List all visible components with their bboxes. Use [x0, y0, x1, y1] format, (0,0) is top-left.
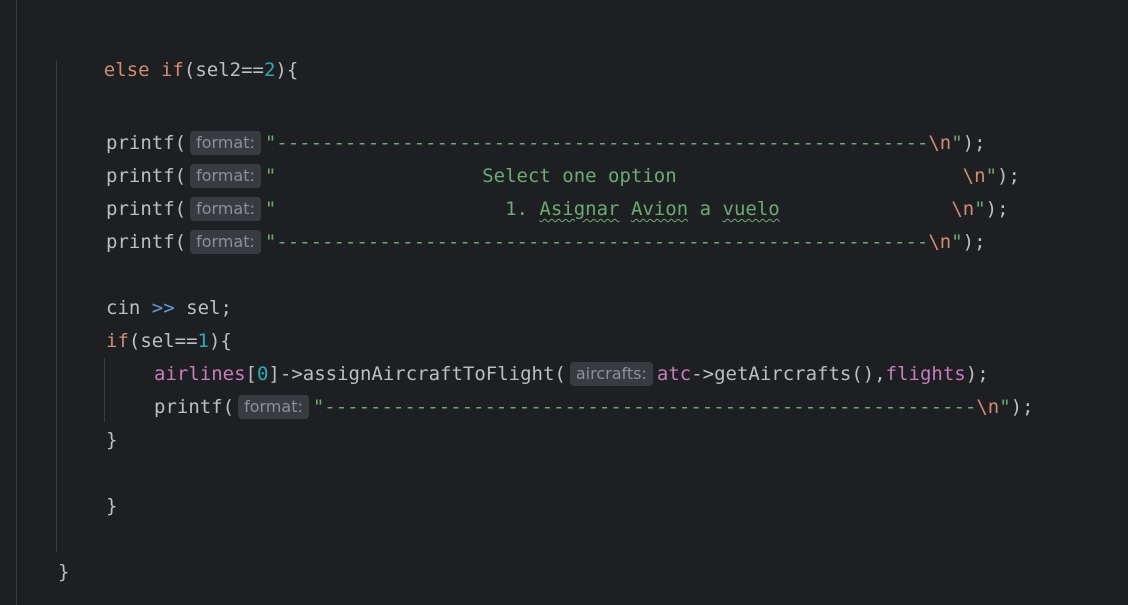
- escape-sequence: \n: [928, 132, 952, 154]
- keyword: if: [160, 59, 184, 81]
- escape-sequence: \n: [976, 396, 1000, 418]
- code-line[interactable]: }: [58, 559, 69, 585]
- spelling-word: vuelo: [722, 198, 780, 220]
- function-call: printf(: [106, 198, 187, 220]
- function-call: printf(: [106, 231, 187, 253]
- string-literal: "---------------------------------------…: [264, 231, 929, 253]
- spelling-word: Avion: [630, 198, 689, 220]
- escape-sequence: \n: [951, 198, 975, 220]
- string-literal: Select one option: [276, 165, 677, 187]
- code-line[interactable]: printf(format: " 1. Asignar Avion a vuelo…: [106, 196, 1009, 222]
- closing-brace: }: [58, 561, 70, 583]
- string-literal: ": [264, 165, 277, 187]
- code-line[interactable]: }: [106, 493, 117, 519]
- number-literal: 0: [256, 363, 269, 385]
- function-call: printf(: [106, 165, 187, 187]
- number-literal: 2: [263, 59, 276, 81]
- code-text: ){: [275, 59, 299, 81]
- code-line[interactable]: else if(sel2==2){: [58, 31, 299, 81]
- code-line[interactable]: cin >> sel;: [106, 295, 232, 321]
- string-padding: [677, 165, 963, 187]
- escape-sequence: \n: [962, 165, 986, 187]
- parameter-hint: aircrafts:: [569, 362, 653, 386]
- string-literal: "---------------------------------------…: [312, 396, 977, 418]
- field-identifier: atc: [656, 363, 692, 385]
- code-line[interactable]: airlines[0]->assignAircraftToFlight(airc…: [154, 361, 989, 387]
- code-line[interactable]: printf(format: "-------------------------…: [106, 229, 986, 255]
- identifier: cin: [106, 297, 141, 319]
- closing-brace: }: [106, 429, 118, 451]
- code-line[interactable]: printf(format: " Select one option \n");: [106, 163, 1020, 189]
- parameter-hint: format:: [190, 230, 261, 254]
- code-editor[interactable]: else if(sel2==2){ printf(format: "-------…: [0, 0, 1128, 605]
- string-padding: [780, 198, 952, 220]
- code-line[interactable]: printf(format: "-------------------------…: [154, 394, 1034, 420]
- string-literal: a: [699, 198, 712, 220]
- keyword: if: [106, 330, 129, 352]
- code-line[interactable]: if(sel==1){: [106, 328, 232, 354]
- method-call: ->getAircrafts(),: [691, 363, 886, 385]
- parameter-hint: format:: [238, 395, 309, 419]
- function-call: printf(: [154, 396, 235, 418]
- string-literal: 1.: [276, 198, 540, 220]
- code-text: ]: [268, 363, 280, 385]
- method-call: ->assignAircraftToFlight(: [279, 363, 566, 385]
- code-text: );: [962, 132, 986, 154]
- string-literal: ": [264, 198, 277, 220]
- field-identifier: flights: [885, 363, 966, 385]
- code-line[interactable]: }: [106, 427, 117, 453]
- operator: >>: [151, 297, 175, 319]
- parameter-hint: format:: [190, 164, 261, 188]
- indent-guide: [56, 60, 57, 552]
- number-literal: 1: [197, 330, 209, 352]
- field-identifier: airlines: [154, 363, 246, 385]
- escape-sequence: \n: [928, 231, 952, 253]
- closing-brace: }: [106, 495, 118, 517]
- parameter-hint: format:: [190, 197, 261, 221]
- spelling-word: Asignar: [539, 198, 620, 220]
- parameter-hint: format:: [190, 131, 261, 155]
- code-text: (sel==: [128, 330, 198, 352]
- keyword: else: [103, 59, 150, 81]
- gutter-separator: [16, 0, 17, 605]
- code-text: );: [965, 363, 989, 385]
- string-literal: "---------------------------------------…: [264, 132, 929, 154]
- string-literal: ": [951, 132, 963, 154]
- function-call: printf(: [106, 132, 187, 154]
- code-line[interactable]: printf(format: "-------------------------…: [106, 130, 986, 156]
- indent-guide: [104, 358, 105, 422]
- code-text: [: [245, 363, 257, 385]
- code-text: ){: [208, 330, 232, 352]
- identifier: sel;: [186, 297, 232, 319]
- code-text: (sel2==: [183, 59, 264, 81]
